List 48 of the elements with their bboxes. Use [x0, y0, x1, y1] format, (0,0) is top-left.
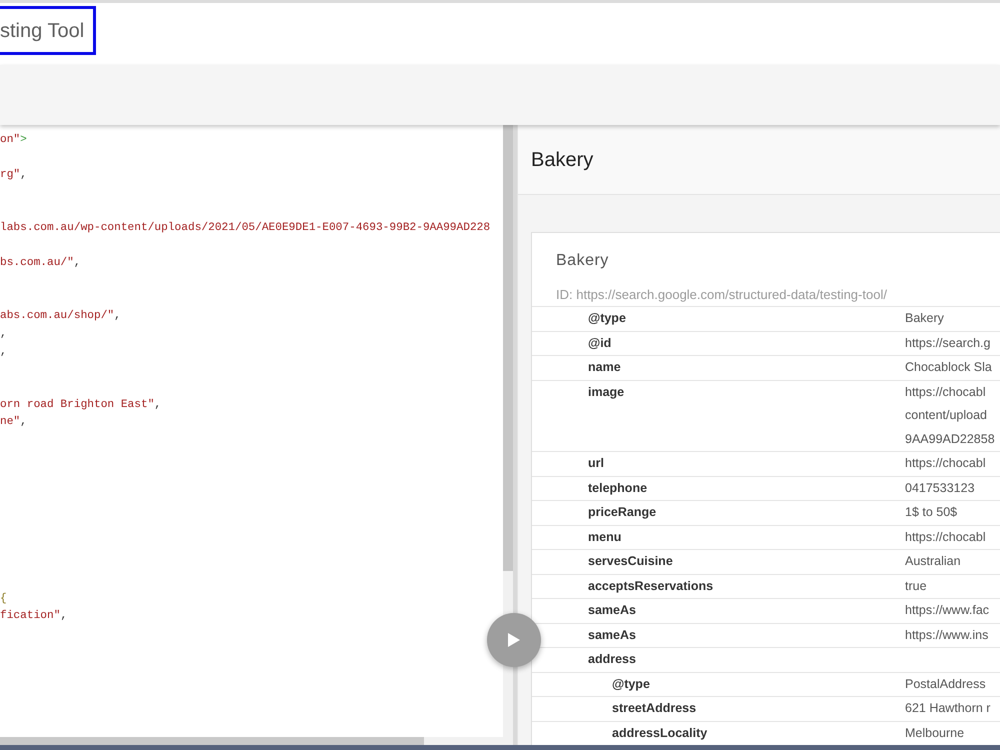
property-value: https://chocabl	[905, 456, 986, 470]
code-line: {	[0, 592, 7, 605]
property-value: https://www.ins	[905, 628, 988, 642]
property-name: address	[588, 652, 636, 666]
app-title: sting Tool	[0, 20, 84, 40]
item-id: ID: https://search.google.com/structured-data/testing-tool/	[556, 287, 887, 302]
property-value: https://chocabl	[905, 530, 986, 544]
item-type-title: Bakery	[556, 252, 609, 269]
property-name: priceRange	[588, 505, 656, 519]
scrollbar-thumb[interactable]	[503, 125, 513, 571]
code-line: bs.com.au/",	[0, 257, 81, 270]
play-icon	[508, 633, 520, 647]
property-name: addressLocality	[612, 726, 708, 740]
code-line: on">	[0, 134, 27, 146]
property-value: 1$ to 50$	[905, 505, 958, 519]
property-name: @type	[588, 311, 626, 325]
property-name: sameAs	[588, 628, 636, 642]
property-name: telephone	[588, 480, 648, 494]
property-value: true	[905, 578, 927, 592]
property-value: PostalAddress	[905, 676, 986, 690]
property-name: menu	[588, 530, 622, 544]
property-value: Melbourne	[905, 726, 964, 740]
property-name: url	[588, 456, 604, 470]
result-title: Bakery	[531, 148, 594, 172]
code-line: ne",	[0, 416, 27, 428]
property-name: streetAddress	[612, 701, 696, 715]
code-line: labs.com.au/wp-content/uploads/2021/05/AE0E9DE1-E007-4693-99B2-9AA99AD228	[0, 222, 490, 234]
code-line: fication",	[0, 610, 68, 622]
code-line: ,	[0, 328, 7, 340]
property-name: @id	[588, 336, 612, 350]
property-value: https://www.fac	[905, 603, 990, 617]
property-name: servesCuisine	[588, 554, 673, 568]
property-name: sameAs	[588, 603, 636, 617]
property-value: Australian	[905, 554, 961, 568]
property-value: 0417533123	[905, 480, 975, 494]
property-value: 621 Hawthorn r	[905, 701, 990, 715]
property-name: image	[588, 384, 624, 398]
property-value: https://search.g	[905, 336, 990, 350]
scrollbar-thumb[interactable]	[0, 737, 424, 745]
code-line: orn road Brighton East",	[0, 398, 162, 411]
property-value: Chocablock Sla	[905, 360, 992, 374]
property-name: name	[588, 360, 621, 374]
code-line: abs.com.au/shop/",	[0, 310, 121, 322]
code-line: rg",	[0, 169, 27, 182]
property-name: @type	[612, 676, 650, 690]
code-line: ,	[0, 346, 7, 358]
property-value: Bakery	[905, 311, 944, 325]
property-name: acceptsReservations	[588, 578, 714, 592]
